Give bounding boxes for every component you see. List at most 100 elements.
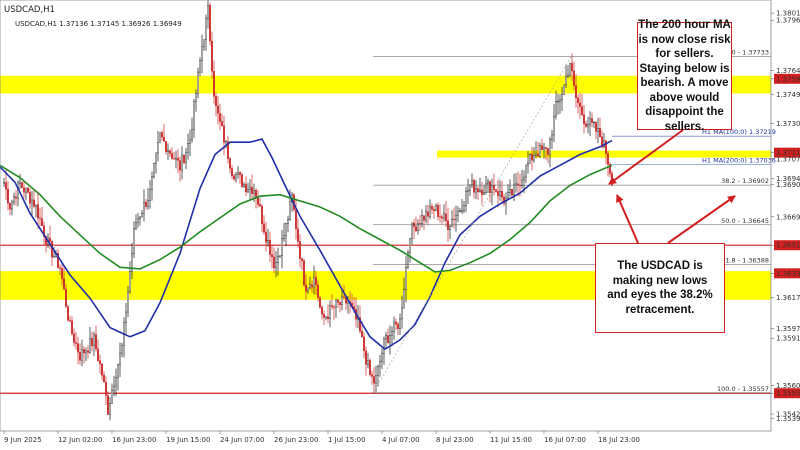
candle-body bbox=[309, 284, 311, 289]
candle-body bbox=[565, 76, 567, 86]
candle-body bbox=[325, 316, 327, 318]
candle-body bbox=[213, 71, 215, 97]
candle-body bbox=[303, 260, 305, 286]
candle-body bbox=[177, 157, 179, 161]
candle-body bbox=[313, 277, 315, 288]
candle-body bbox=[75, 342, 77, 344]
candle-body bbox=[459, 210, 461, 212]
candle-body bbox=[599, 128, 601, 137]
candle-body bbox=[63, 278, 65, 290]
candle-body bbox=[27, 187, 29, 193]
candle-body bbox=[249, 186, 251, 190]
candle-body bbox=[289, 201, 291, 220]
candle-body bbox=[39, 217, 41, 219]
candle-body bbox=[65, 288, 67, 307]
candle-body bbox=[381, 353, 383, 362]
candle-body bbox=[93, 334, 95, 346]
candle-body bbox=[3, 182, 5, 184]
candle-body bbox=[335, 299, 337, 308]
candle-body bbox=[195, 93, 197, 102]
candle-body bbox=[581, 106, 583, 115]
time-tick-label: 26 Jun 23:00 bbox=[274, 436, 318, 444]
candle-body bbox=[109, 403, 111, 415]
candle-body bbox=[35, 204, 37, 207]
candle-body bbox=[379, 361, 381, 367]
candle-body bbox=[175, 157, 177, 160]
candle-body bbox=[73, 333, 75, 343]
candle-body bbox=[167, 150, 169, 153]
candle-body bbox=[383, 338, 385, 354]
candle-body bbox=[33, 199, 35, 207]
candle-body bbox=[283, 235, 285, 239]
candle-body bbox=[337, 299, 339, 303]
candle bbox=[67, 304, 69, 323]
candle-body bbox=[255, 190, 257, 197]
price-tick-label: 1.36905 bbox=[776, 181, 800, 189]
ma-commentary-callout: The 200 hour MA is now close risk for se… bbox=[637, 19, 732, 133]
candle-body bbox=[535, 153, 537, 156]
candle-body bbox=[297, 228, 299, 242]
candle-body bbox=[219, 113, 221, 122]
price-tick: 1.36331 bbox=[771, 268, 800, 279]
candle-body bbox=[537, 153, 539, 157]
candle-body bbox=[575, 85, 577, 99]
candle-body bbox=[511, 189, 513, 196]
candle-body bbox=[489, 181, 491, 193]
candle-body bbox=[487, 181, 489, 185]
candle-body bbox=[339, 302, 341, 305]
candle-body bbox=[105, 381, 107, 396]
candle-body bbox=[267, 240, 269, 243]
candle-body bbox=[29, 192, 31, 204]
price-tick-label: 1.37490 bbox=[776, 91, 800, 99]
candle-body bbox=[385, 335, 387, 340]
candle-body bbox=[341, 296, 343, 305]
candle-body bbox=[499, 190, 501, 196]
candle-body bbox=[145, 201, 147, 207]
symbol-label: USDCAD,H1 bbox=[4, 5, 55, 15]
candle-body bbox=[9, 202, 11, 210]
candle-body bbox=[11, 201, 13, 210]
candle-body bbox=[7, 189, 9, 204]
candle-body bbox=[437, 204, 439, 217]
candle-body bbox=[447, 220, 449, 231]
candle-body bbox=[299, 241, 301, 259]
candle-body bbox=[579, 102, 581, 107]
candle-body bbox=[99, 360, 101, 365]
candle-body bbox=[53, 256, 55, 258]
candle-body bbox=[515, 183, 517, 186]
candle bbox=[407, 249, 409, 269]
candle-body bbox=[531, 154, 533, 161]
candle-body bbox=[497, 191, 499, 196]
candle-body bbox=[547, 148, 549, 155]
candle-body bbox=[115, 377, 117, 387]
candle-body bbox=[559, 99, 561, 102]
candle-body bbox=[199, 60, 201, 73]
candle-body bbox=[461, 210, 463, 212]
candle-body bbox=[369, 360, 371, 375]
candle-body bbox=[307, 287, 309, 292]
candle-body bbox=[171, 153, 173, 159]
candle-body bbox=[125, 311, 127, 323]
candle-body bbox=[321, 307, 323, 315]
candle-body bbox=[525, 164, 527, 178]
price-tick-label: 1.36331 bbox=[776, 270, 800, 278]
candle-body bbox=[49, 237, 51, 242]
retracement-commentary-callout: The USDCAD is making new lows and eyes t… bbox=[595, 243, 725, 333]
candle-body bbox=[457, 210, 459, 216]
candle-body bbox=[477, 188, 479, 192]
candle-body bbox=[483, 192, 485, 195]
candle-body bbox=[117, 364, 119, 378]
candle-body bbox=[121, 345, 123, 354]
candle-body bbox=[187, 143, 189, 153]
candle-body bbox=[597, 128, 599, 132]
candle-body bbox=[507, 192, 509, 199]
candle-body bbox=[225, 141, 227, 143]
candle-body bbox=[403, 289, 405, 309]
time-tick-label: 24 Jun 07:00 bbox=[220, 436, 264, 444]
time-tick-label: 16 Jul 07:00 bbox=[544, 436, 586, 444]
candle-body bbox=[305, 284, 307, 292]
candle-body bbox=[333, 306, 335, 308]
candle-body bbox=[405, 267, 407, 290]
price-tick: 1.37072 bbox=[771, 155, 800, 163]
time-tick-label: 4 Jul 07:00 bbox=[382, 436, 420, 444]
